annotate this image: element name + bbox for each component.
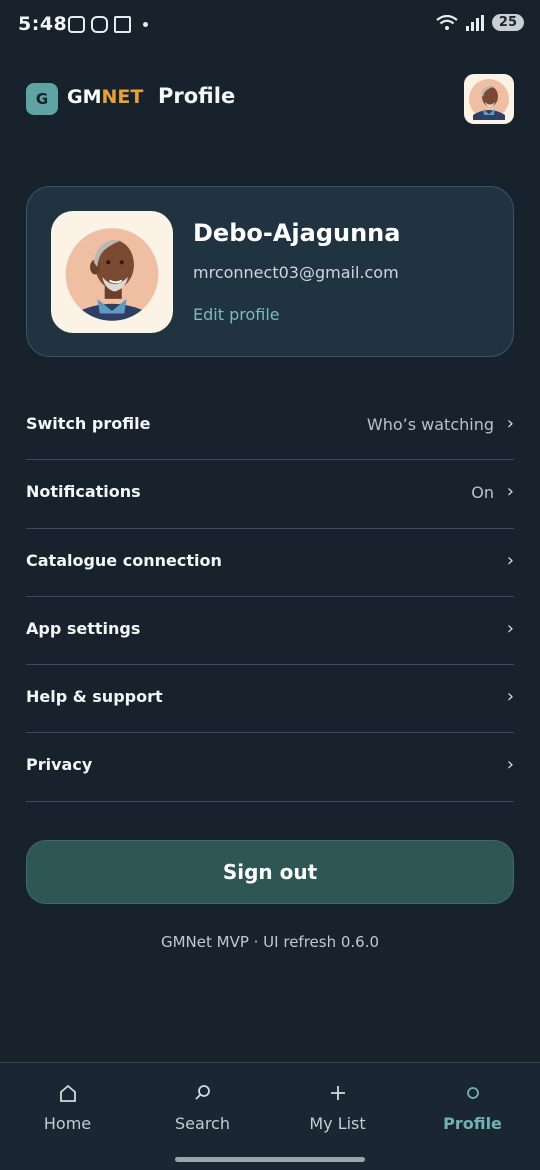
- nav-item-profile[interactable]: Profile: [405, 1083, 540, 1133]
- nav-item-home[interactable]: Home: [0, 1083, 135, 1133]
- nav-item-my-list[interactable]: My List: [270, 1083, 405, 1133]
- nav-label: Search: [175, 1114, 230, 1133]
- wifi-icon: [436, 14, 458, 30]
- status-right: 25: [436, 14, 524, 31]
- menu-item-switch-profile[interactable]: Switch profile Who’s watching ›: [26, 392, 514, 461]
- menu-item-value: Who’s watching: [366, 415, 494, 434]
- profile-icon: [405, 1083, 540, 1109]
- signal-icon: [465, 14, 484, 31]
- version-text: GMNet MVP · UI refresh 0.6.0: [160, 933, 380, 951]
- chevron-right-icon: ›: [506, 754, 514, 776]
- app-logo: GMNET: [67, 86, 143, 108]
- profile-avatar[interactable]: [51, 211, 173, 333]
- nav-label: Profile: [443, 1114, 502, 1133]
- menu-item-label: Help & support: [26, 687, 163, 707]
- chevron-right-icon: ›: [506, 413, 514, 434]
- status-notification-icons: [68, 16, 148, 33]
- menu-item-catalogue-connection[interactable]: Catalogue connection ›: [26, 529, 514, 597]
- menu-item-label: App settings: [26, 618, 141, 638]
- page-title: Profile: [158, 84, 236, 108]
- menu-item-label: Privacy: [26, 755, 93, 775]
- menu-item-privacy[interactable]: Privacy ›: [26, 733, 514, 802]
- profile-email: mrconnect03@gmail.com: [193, 263, 399, 282]
- plus-icon: [270, 1083, 405, 1109]
- chevron-right-icon: ›: [506, 617, 514, 639]
- menu-item-label: Notifications: [26, 482, 141, 502]
- home-indicator[interactable]: [175, 1157, 365, 1162]
- menu-item-value: On: [471, 483, 494, 503]
- edit-profile-link[interactable]: Edit profile: [193, 305, 280, 324]
- status-bar: 5:48 25: [0, 0, 540, 52]
- sign-out-button[interactable]: Sign out: [26, 840, 514, 904]
- menu-item-app-settings[interactable]: App settings ›: [26, 597, 514, 666]
- logo-gm: GM: [67, 86, 102, 108]
- chevron-right-icon: ›: [506, 549, 514, 571]
- settings-menu: Switch profile Who’s watching › Notifica…: [26, 392, 514, 802]
- nav-item-search[interactable]: Search: [135, 1083, 270, 1133]
- logo-net: NET: [101, 86, 144, 108]
- status-time: 5:48: [18, 13, 68, 35]
- profile-name: Debo-Ajagunna: [193, 219, 401, 247]
- avatar-illustration-icon: [65, 228, 159, 321]
- home-icon: [0, 1083, 135, 1109]
- chevron-right-icon: ›: [506, 481, 514, 503]
- app-header: G GMNET Profile: [26, 74, 514, 124]
- nav-label: My List: [309, 1114, 366, 1133]
- menu-item-label: Catalogue connection: [26, 550, 222, 570]
- instagram-icon: [91, 16, 108, 33]
- menu-item-help-support[interactable]: Help & support ›: [26, 665, 514, 734]
- calendar-icon: [114, 16, 131, 33]
- battery-indicator: 25: [491, 14, 524, 31]
- profile-card: Debo-Ajagunna mrconnect03@gmail.com Edit…: [26, 186, 514, 357]
- menu-item-label: Switch profile: [26, 414, 151, 433]
- chevron-right-icon: ›: [506, 686, 514, 708]
- search-icon: [135, 1083, 270, 1109]
- more-notifications-icon: [143, 22, 148, 27]
- bottom-navigation: Home Search My List Profile: [0, 1062, 540, 1170]
- logo-badge: G: [26, 83, 58, 115]
- menu-item-notifications[interactable]: Notifications On ›: [26, 460, 514, 529]
- screenshot-icon: [68, 16, 85, 33]
- header-avatar[interactable]: [464, 74, 514, 124]
- avatar-illustration-icon: [469, 79, 509, 120]
- nav-label: Home: [43, 1114, 92, 1133]
